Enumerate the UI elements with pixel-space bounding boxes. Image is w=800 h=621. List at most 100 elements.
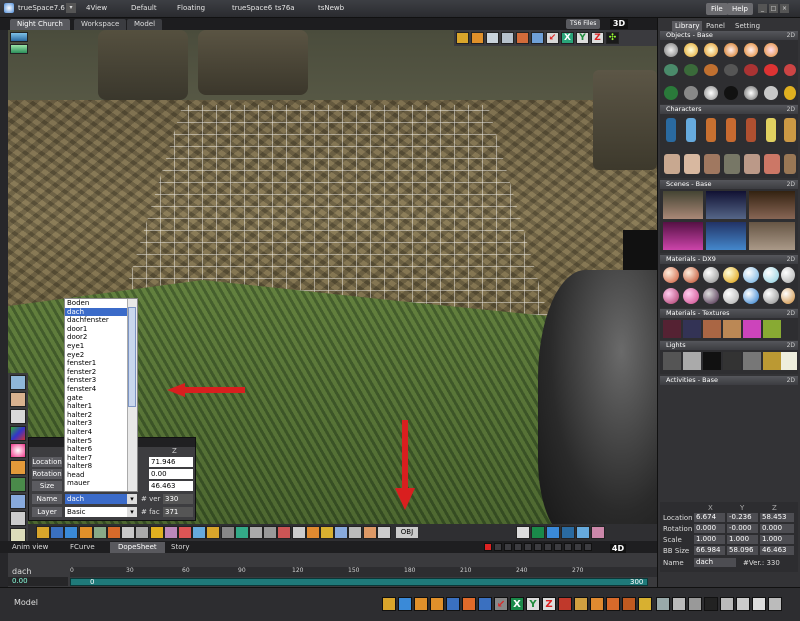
sweep-tool-icon[interactable] xyxy=(220,526,235,539)
mode-3d-button[interactable]: 3D xyxy=(610,19,628,29)
time-display[interactable]: 0.00 xyxy=(8,577,68,586)
view-tool-icon[interactable] xyxy=(192,526,207,539)
layout-tab-tsnewb[interactable]: tsNewb xyxy=(318,4,344,12)
ts6-files-button[interactable]: TS6 Files xyxy=(566,19,601,29)
tab-night-church[interactable]: Night Church xyxy=(10,19,70,30)
loop-icon[interactable] xyxy=(564,543,572,551)
axes-icon[interactable]: ↙ xyxy=(494,597,508,611)
render-tool-icon[interactable] xyxy=(516,32,529,44)
object-thumb[interactable] xyxy=(724,64,738,76)
material-thumb[interactable] xyxy=(703,288,719,304)
undo-icon[interactable] xyxy=(590,597,604,611)
object-thumb[interactable] xyxy=(784,86,796,100)
texture-thumb[interactable] xyxy=(703,320,721,338)
layout-tab-floating[interactable]: Floating xyxy=(177,4,205,12)
coordinate-icon[interactable] xyxy=(558,597,572,611)
texture-thumb[interactable] xyxy=(763,320,781,338)
object-thumb[interactable] xyxy=(784,64,796,76)
box-select-icon[interactable] xyxy=(430,597,444,611)
scale-tool-icon[interactable] xyxy=(414,597,428,611)
restore-icon[interactable]: □ xyxy=(769,4,778,13)
info-icon[interactable] xyxy=(752,597,766,611)
view-mode-toggle[interactable]: 2D xyxy=(787,180,795,189)
location-z-field[interactable]: 71.946 xyxy=(149,457,193,467)
material-thumb[interactable] xyxy=(743,288,759,304)
material-thumb[interactable] xyxy=(683,267,699,283)
scene-thumb[interactable] xyxy=(706,222,746,250)
character-thumb[interactable] xyxy=(724,154,740,174)
link-icon[interactable] xyxy=(10,494,26,509)
section-objects-base[interactable]: Objects - Base 2D xyxy=(660,31,798,40)
list-scrollbar[interactable] xyxy=(127,299,137,491)
character-thumb[interactable] xyxy=(664,154,680,174)
viewport-navigation-icon[interactable] xyxy=(10,44,28,54)
light-thumb[interactable] xyxy=(763,352,781,370)
pause-icon[interactable] xyxy=(534,543,542,551)
info-scale-y[interactable]: 1.000 xyxy=(727,535,758,544)
rotation-z-field[interactable]: 0.00 xyxy=(149,469,193,479)
view-tool-icon[interactable] xyxy=(591,526,605,539)
character-thumb[interactable] xyxy=(746,118,756,142)
scene-thumb[interactable] xyxy=(749,191,795,219)
texture-thumb[interactable] xyxy=(723,320,741,338)
axis-z-button[interactable]: Z xyxy=(591,32,604,44)
character-thumb[interactable] xyxy=(784,118,796,142)
axes-icon[interactable]: ↙ xyxy=(546,32,559,44)
info-rotation-y[interactable]: -0.000 xyxy=(727,524,758,533)
group-icon[interactable] xyxy=(478,597,492,611)
scene-thumb[interactable] xyxy=(749,222,795,250)
object-thumb[interactable] xyxy=(664,86,678,100)
texture-thumb[interactable] xyxy=(663,320,681,338)
frame-tool-icon[interactable] xyxy=(501,32,514,44)
next-frame-icon[interactable] xyxy=(544,543,552,551)
help-menu[interactable]: Help xyxy=(727,3,753,15)
cube-icon[interactable] xyxy=(446,597,460,611)
object-thumb[interactable] xyxy=(704,64,718,76)
light-thumb[interactable] xyxy=(703,352,721,370)
character-thumb[interactable] xyxy=(764,154,780,174)
lathe-tool-icon[interactable] xyxy=(334,526,349,539)
deform-icon[interactable] xyxy=(10,460,26,475)
object-thumb[interactable] xyxy=(764,64,778,76)
characters-thumbnails[interactable] xyxy=(660,114,798,178)
character-thumb[interactable] xyxy=(726,118,736,142)
axis-z-icon[interactable]: Z xyxy=(542,597,556,611)
axis-y-button[interactable]: Y xyxy=(576,32,589,44)
move-tool-icon[interactable] xyxy=(382,597,396,611)
character-thumb[interactable] xyxy=(784,154,796,174)
material-thumb[interactable] xyxy=(723,267,739,283)
light-thumb[interactable] xyxy=(743,352,761,370)
object-thumb[interactable] xyxy=(744,64,758,76)
view-tool-icon[interactable] xyxy=(531,32,544,44)
list-icon[interactable] xyxy=(688,597,702,611)
axis-x-button[interactable]: X xyxy=(561,32,574,44)
stitch-tool-icon[interactable] xyxy=(348,526,363,539)
view-mode-toggle[interactable]: 2D xyxy=(787,309,795,318)
prev-frame-icon[interactable] xyxy=(504,543,512,551)
obj-export-button[interactable]: OBJ xyxy=(396,527,418,538)
mirror-tool-icon[interactable] xyxy=(135,526,150,539)
snap-icon[interactable]: ✣ xyxy=(606,32,619,44)
view-tool-icon[interactable] xyxy=(516,526,530,539)
info-location-y[interactable]: -0.236 xyxy=(727,513,758,522)
character-thumb[interactable] xyxy=(704,154,720,174)
info-scale-x[interactable]: 1.000 xyxy=(694,535,725,544)
tools-icon[interactable] xyxy=(10,511,26,526)
lights-thumbnails[interactable] xyxy=(660,350,798,374)
split-tool-icon[interactable] xyxy=(291,526,306,539)
help-icon[interactable] xyxy=(768,597,782,611)
scene-thumb[interactable] xyxy=(663,222,703,250)
bevel-tool-icon[interactable] xyxy=(263,526,278,539)
redo-icon[interactable] xyxy=(606,597,620,611)
character-thumb[interactable] xyxy=(666,118,676,142)
texture-thumb[interactable] xyxy=(683,320,701,338)
box-tool-icon[interactable] xyxy=(486,32,499,44)
erase-tool-icon[interactable] xyxy=(178,526,192,539)
frame-tool-icon[interactable] xyxy=(206,526,221,539)
materials-dx9-thumbnails[interactable] xyxy=(660,264,798,308)
name-dropdown-icon[interactable]: ▾ xyxy=(127,494,137,504)
view-mode-toggle[interactable]: 2D xyxy=(787,255,795,264)
group-tool-icon[interactable] xyxy=(163,526,178,539)
rotate-tool-icon[interactable] xyxy=(50,526,65,539)
layout-tab-ts76a[interactable]: ts76a xyxy=(275,4,295,12)
